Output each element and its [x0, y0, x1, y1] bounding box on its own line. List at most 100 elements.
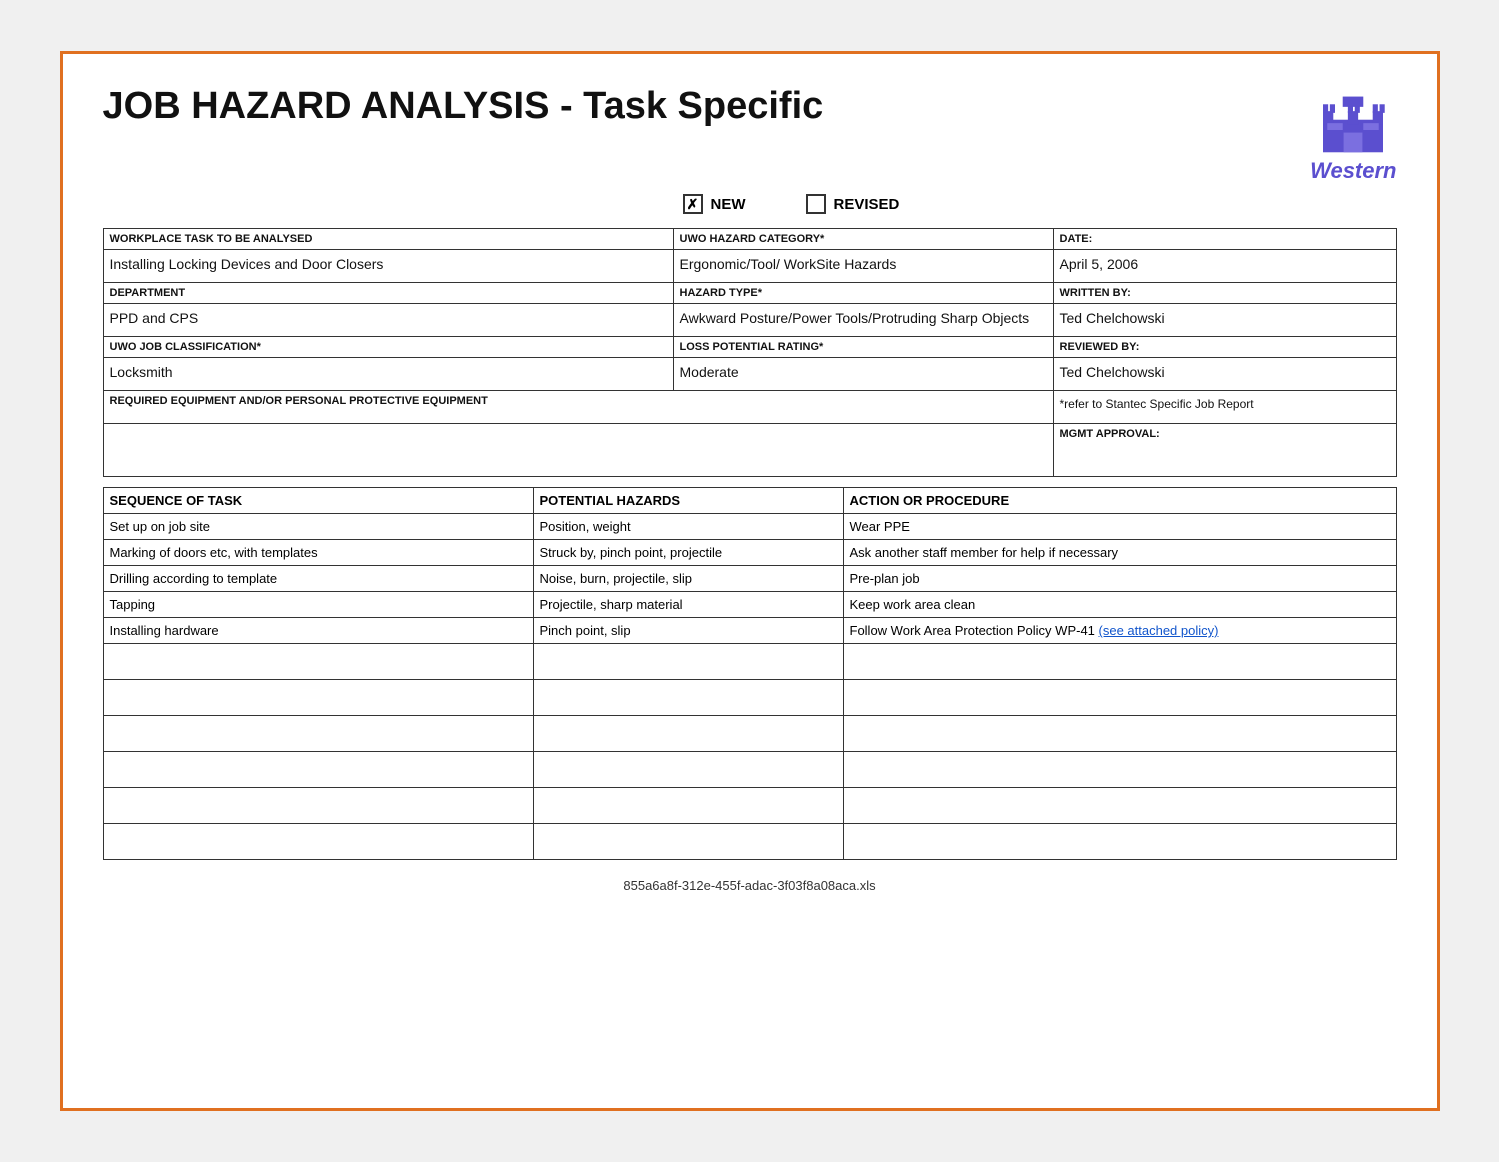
- department-value-cell: PPD and CPS: [104, 304, 674, 336]
- table-cell-hazard: [533, 788, 843, 824]
- department-label: DEPARTMENT: [110, 287, 667, 299]
- date-label: DATE:: [1060, 233, 1390, 245]
- required-equipment-label-cell: REQUIRED EQUIPMENT AND/OR PERSONAL PROTE…: [104, 391, 1054, 423]
- hazard-type-label-cell: HAZARD TYPE*: [674, 283, 1054, 303]
- table-row: [103, 680, 1396, 716]
- revised-checkbox: [806, 194, 826, 214]
- info-grid: WORKPLACE TASK TO BE ANALYSED UWO HAZARD…: [103, 228, 1397, 477]
- loss-potential-value: Moderate: [680, 362, 1047, 386]
- table-row: TappingProjectile, sharp materialKeep wo…: [103, 592, 1396, 618]
- info-row-labels-3: UWO JOB CLASSIFICATION* LOSS POTENTIAL R…: [104, 337, 1396, 358]
- table-cell-hazard: [533, 824, 843, 860]
- mgmt-approval-cell: MGMT APPROVAL:: [1054, 424, 1396, 476]
- info-row-required-values: MGMT APPROVAL:: [104, 424, 1396, 476]
- table-row: [103, 788, 1396, 824]
- hazard-type-value-cell: Awkward Posture/Power Tools/Protruding S…: [674, 304, 1054, 336]
- logo-text: Western: [1310, 158, 1396, 184]
- loss-potential-label-cell: LOSS POTENTIAL RATING*: [674, 337, 1054, 357]
- reviewed-by-value: Ted Chelchowski: [1060, 362, 1390, 386]
- required-equipment-value: [110, 428, 1047, 452]
- table-cell-seq: [103, 752, 533, 788]
- info-row-labels-2: DEPARTMENT HAZARD TYPE* WRITTEN BY:: [104, 283, 1396, 304]
- info-row-values-1: Installing Locking Devices and Door Clos…: [104, 250, 1396, 283]
- hazard-type-value: Awkward Posture/Power Tools/Protruding S…: [680, 308, 1047, 332]
- table-cell-action: [843, 644, 1396, 680]
- table-row: Set up on job sitePosition, weightWear P…: [103, 514, 1396, 540]
- date-value: April 5, 2006: [1060, 254, 1390, 278]
- table-cell-seq: [103, 716, 533, 752]
- table-row: Drilling according to templateNoise, bur…: [103, 566, 1396, 592]
- page-wrapper: JOB HAZARD ANALYSIS - Task Specific West…: [60, 51, 1440, 1111]
- uwo-job-value: Locksmith: [110, 362, 667, 386]
- department-value: PPD and CPS: [110, 308, 667, 332]
- table-cell-hazard: Projectile, sharp material: [533, 592, 843, 618]
- date-label-cell: DATE:: [1054, 229, 1396, 249]
- uwo-job-label: UWO JOB CLASSIFICATION*: [110, 341, 667, 353]
- table-cell-action: [843, 788, 1396, 824]
- col-header-haz: POTENTIAL HAZARDS: [533, 488, 843, 514]
- logo-castle-icon: [1318, 94, 1388, 154]
- new-label: NEW: [711, 196, 746, 213]
- table-cell-seq: [103, 824, 533, 860]
- uwo-hazard-value-cell: Ergonomic/Tool/ WorkSite Hazards: [674, 250, 1054, 282]
- table-cell-seq: [103, 644, 533, 680]
- uwo-job-value-cell: Locksmith: [104, 358, 674, 390]
- table-cell-action: [843, 716, 1396, 752]
- stantec-ref: *refer to Stantec Specific Job Report: [1060, 395, 1390, 419]
- table-cell-action: [843, 752, 1396, 788]
- header-section: JOB HAZARD ANALYSIS - Task Specific West…: [103, 84, 1397, 184]
- action-link: (see attached policy): [1099, 623, 1219, 638]
- table-cell-action: Keep work area clean: [843, 592, 1396, 618]
- table-cell-action: Wear PPE: [843, 514, 1396, 540]
- footer: 855a6a8f-312e-455f-adac-3f03f8a08aca.xls: [103, 878, 1397, 893]
- table-row: [103, 644, 1396, 680]
- logo-area: Western: [1310, 84, 1396, 184]
- new-status: ✗ NEW: [683, 194, 746, 214]
- info-row-values-2: PPD and CPS Awkward Posture/Power Tools/…: [104, 304, 1396, 337]
- written-by-label-cell: WRITTEN BY:: [1054, 283, 1396, 303]
- table-row: [103, 716, 1396, 752]
- date-value-cell: April 5, 2006: [1054, 250, 1396, 282]
- reviewed-by-label-cell: REVIEWED BY:: [1054, 337, 1396, 357]
- table-row: [103, 752, 1396, 788]
- uwo-hazard-label-cell: UWO HAZARD CATEGORY*: [674, 229, 1054, 249]
- table-row: [103, 824, 1396, 860]
- department-label-cell: DEPARTMENT: [104, 283, 674, 303]
- revised-status: REVISED: [806, 194, 900, 214]
- table-cell-hazard: [533, 752, 843, 788]
- table-cell-action: [843, 824, 1396, 860]
- workplace-task-label-cell: WORKPLACE TASK TO BE ANALYSED: [104, 229, 674, 249]
- table-cell-hazard: Position, weight: [533, 514, 843, 540]
- loss-potential-value-cell: Moderate: [674, 358, 1054, 390]
- revised-label: REVISED: [834, 196, 900, 213]
- written-by-label: WRITTEN BY:: [1060, 287, 1390, 299]
- new-checkbox: ✗: [683, 194, 703, 214]
- loss-potential-label: LOSS POTENTIAL RATING*: [680, 341, 1047, 353]
- table-cell-seq: Installing hardware: [103, 618, 533, 644]
- footer-file-id: 855a6a8f-312e-455f-adac-3f03f8a08aca.xls: [623, 878, 875, 893]
- table-cell-hazard: [533, 644, 843, 680]
- required-equipment-value-cell: [104, 424, 1054, 476]
- table-cell-hazard: [533, 716, 843, 752]
- reviewed-by-value-cell: Ted Chelchowski: [1054, 358, 1396, 390]
- workplace-task-label: WORKPLACE TASK TO BE ANALYSED: [110, 233, 667, 245]
- table-cell-seq: [103, 788, 533, 824]
- info-row-labels-1: WORKPLACE TASK TO BE ANALYSED UWO HAZARD…: [104, 229, 1396, 250]
- table-row: Installing hardwarePinch point, slipFoll…: [103, 618, 1396, 644]
- required-equipment-label: REQUIRED EQUIPMENT AND/OR PERSONAL PROTE…: [110, 395, 1047, 407]
- table-cell-seq: Marking of doors etc, with templates: [103, 540, 533, 566]
- table-cell-seq: [103, 680, 533, 716]
- table-cell-seq: Drilling according to template: [103, 566, 533, 592]
- written-by-value: Ted Chelchowski: [1060, 308, 1390, 332]
- table-cell-action: Ask another staff member for help if nec…: [843, 540, 1396, 566]
- status-row: ✗ NEW REVISED: [103, 194, 1397, 214]
- table-row: Marking of doors etc, with templatesStru…: [103, 540, 1396, 566]
- table-cell-action: Pre-plan job: [843, 566, 1396, 592]
- page-title: JOB HAZARD ANALYSIS - Task Specific: [103, 84, 824, 130]
- col-header-seq: SEQUENCE OF TASK: [103, 488, 533, 514]
- table-cell-hazard: [533, 680, 843, 716]
- uwo-hazard-value: Ergonomic/Tool/ WorkSite Hazards: [680, 254, 1047, 278]
- written-by-value-cell: Ted Chelchowski: [1054, 304, 1396, 336]
- col-header-act: ACTION OR PROCEDURE: [843, 488, 1396, 514]
- uwo-job-label-cell: UWO JOB CLASSIFICATION*: [104, 337, 674, 357]
